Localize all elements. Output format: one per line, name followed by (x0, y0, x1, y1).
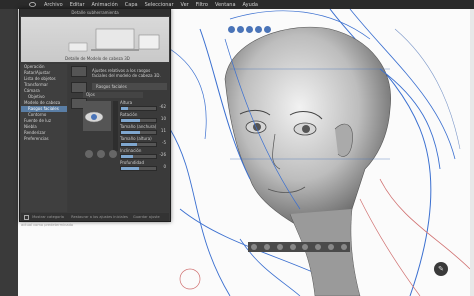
inclinacion-slider[interactable] (120, 154, 157, 159)
rotacion-slider[interactable] (120, 118, 157, 123)
nav-item-label: Rasgos faciales (28, 106, 59, 111)
settings-panel: Ajustes relativos a los rasgos faciales … (68, 64, 169, 212)
app-logo-icon[interactable] (28, 2, 36, 8)
section-header[interactable]: Rasgos faciales (92, 83, 167, 90)
launcher-prev-icon[interactable] (251, 244, 258, 250)
brush-icon: ✎ (438, 265, 444, 273)
field-value[interactable]: -62 (156, 104, 166, 109)
nav-item-label: Lista de objetos (24, 76, 56, 81)
nav-item-label: Operación (24, 64, 45, 69)
profundidad-slider[interactable] (120, 166, 157, 171)
dialog-footer: Mostrar categoría Restaurar a los ajuste… (21, 213, 169, 227)
field-value[interactable]: 10 (156, 116, 166, 121)
nav-item-preferencias[interactable]: Preferencias (21, 136, 67, 142)
slider-fill (121, 143, 137, 146)
nav-item-label: Objetivo (28, 94, 45, 99)
quick-access-button[interactable]: ✎ (434, 262, 448, 276)
preset-face-icon[interactable] (97, 150, 105, 158)
object-launcher (248, 242, 350, 252)
move-icon[interactable] (228, 26, 235, 33)
sub-tool-detail-dialog: Detalle subherramienta Detalle de Modelo… (19, 8, 171, 227)
banner-title: Detalle de Modelo de cabeza 3D (65, 56, 130, 61)
restore-defaults-button[interactable]: Restaurar a los ajustes iniciales (71, 215, 128, 219)
field-label: Altura (120, 100, 133, 105)
field-value[interactable]: 11 (156, 128, 166, 133)
show-category-label: Mostrar categoría (32, 215, 64, 219)
altura-slider[interactable] (120, 106, 157, 111)
menu-ayuda[interactable]: Ayuda (243, 2, 258, 8)
panel-description: Ajustes relativos a los rasgos faciales … (92, 68, 161, 78)
slider-fill (121, 131, 141, 134)
nav-item-label: Preferencias (24, 136, 49, 141)
preset-buttons (85, 150, 117, 158)
slider-fill (121, 107, 128, 110)
field-label: Tamaño (altura) (120, 136, 152, 141)
nav-item-label: Renderizar (24, 130, 46, 135)
launcher-settings-icon[interactable] (315, 244, 322, 250)
menu-filtro[interactable]: Filtro (196, 2, 208, 8)
preset-face-icon[interactable] (85, 150, 93, 158)
launcher-rotate-icon[interactable] (302, 244, 309, 250)
nav-item-label: Niebla (24, 124, 37, 129)
eye-preview-icon (83, 101, 111, 131)
launcher-lock-icon[interactable] (327, 244, 334, 250)
zoom-icon[interactable] (255, 26, 262, 33)
show-category-checkbox[interactable] (24, 214, 29, 220)
slider-fill (121, 167, 139, 170)
preset-face-icon[interactable] (109, 150, 117, 158)
nav-item-label: Fuente de luz (24, 118, 51, 123)
category-list: Operación Rotar/Ajustar Lista de objetos… (21, 64, 67, 212)
show-in-tool-property-checkbox[interactable] (71, 66, 87, 77)
3d-object-launcher (228, 26, 271, 33)
nav-item-label: Rotar/Ajustar (24, 70, 51, 75)
field-label: Inclinación (120, 148, 142, 153)
menu-seleccionar[interactable]: Seleccionar (145, 2, 174, 8)
device-illustration (68, 28, 160, 52)
rotate-icon[interactable] (237, 26, 244, 33)
menu-ventana[interactable]: Ventana (215, 2, 236, 8)
pan-icon[interactable] (246, 26, 253, 33)
launcher-reset-icon[interactable] (276, 244, 283, 250)
left-toolbar (0, 9, 18, 296)
launcher-ground-icon[interactable] (289, 244, 296, 250)
field-label: Tamaño (anchura) (120, 124, 157, 129)
field-value[interactable]: -26 (156, 152, 166, 157)
field-value[interactable]: -5 (156, 140, 166, 145)
menu-capa[interactable]: Capa (125, 2, 138, 8)
launcher-menu-icon[interactable] (340, 244, 347, 250)
fields-scrollbar[interactable] (113, 101, 118, 151)
tamano-anchura-slider[interactable] (120, 130, 157, 135)
menu-editar[interactable]: Editar (70, 2, 85, 8)
dialog-banner: Detalle de Modelo de cabeza 3D (21, 17, 169, 62)
nav-item-label: Cámara (24, 88, 40, 93)
launcher-select-icon[interactable] (264, 244, 271, 250)
menu-ver[interactable]: Ver (181, 2, 189, 8)
field-label: Profundidad (120, 160, 145, 165)
nav-item-label: Transformar (24, 82, 48, 87)
menu-animacion[interactable]: Animación (92, 2, 118, 8)
field-label: Rotación (120, 112, 138, 117)
nav-item-label: Modelo de cabeza (24, 100, 61, 105)
right-scrollbar[interactable] (470, 9, 474, 296)
slider-fill (121, 119, 141, 122)
dialog-title: Detalle subherramienta (20, 9, 170, 16)
menu-archivo[interactable]: Archivo (44, 2, 63, 8)
tamano-altura-slider[interactable] (120, 142, 157, 147)
nav-item-label: Contorno (28, 112, 47, 117)
camera-icon[interactable] (264, 26, 271, 33)
subsection-header[interactable]: Ojos (83, 92, 143, 98)
slider-fill (121, 155, 134, 158)
field-value[interactable]: 0 (156, 164, 166, 169)
